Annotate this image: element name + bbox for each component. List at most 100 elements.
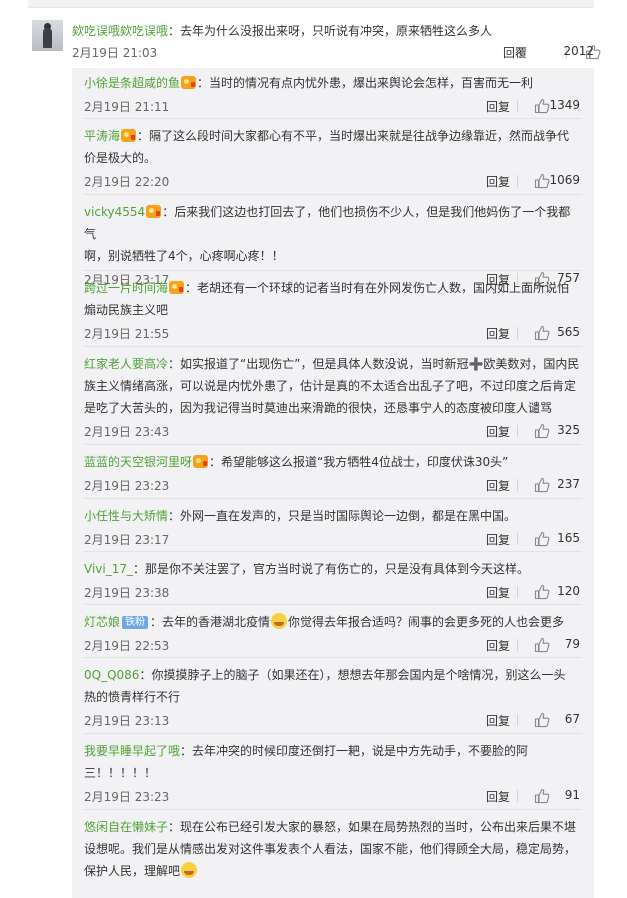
reply-button[interactable]: 回复 [486,423,510,440]
reply-text: 热的愤青样行不行 [84,690,181,704]
like-count: 1349 [549,98,580,112]
reply-button[interactable]: 回复 [486,637,510,654]
fan-badge: 铁粉 [122,616,149,629]
reply-text: 是吃了大苦头的，因为我记得当时莫迪出来滑跪的很快，还恳事宁人的态度被印度人谴骂 [84,401,553,415]
reply-date: 2月19日 23:38 [84,586,170,600]
reply-text: 啊，别说牺牲了4个，心疼啊心疼！！ [84,249,284,263]
reply-button[interactable]: 回覆 [503,44,527,61]
reply-text: ：现在公布已经引发大家的暴怒，如果在局势热烈的当时，公布出来后果不堪 [168,820,577,834]
reply-item: 悠闲自在懒妹子：现在公布已经引发大家的暴怒，如果在局势热烈的当时，公布出来后果不… [84,816,580,882]
reply-date: 2月19日 21:55 [84,327,170,341]
reply-text: 保护人民，理解吧 [84,864,181,878]
reply-item: 0Q_Q086：你摸摸脖子上的脑子（如果还在），想想去年那会国内是个啥情况，别这… [84,664,580,730]
reply-text: 你觉得去年报合适吗？闹事的会更多死的人也会更多 [288,615,565,629]
reply-date: 2月19日 23:13 [84,714,170,728]
thumbs-up-icon[interactable] [534,98,550,114]
username-link[interactable]: 蓝蓝的天空银河里呀 [84,455,192,469]
previous-section-bar [28,0,594,8]
thumbs-up-icon[interactable] [534,325,550,341]
username-link[interactable]: vicky4554 [84,205,145,219]
reply-button[interactable]: 回复 [486,173,510,190]
laughing-emoji-icon [271,613,288,629]
reply-text: ：去年的香港湖北疫情 [150,615,271,629]
reply-text: ：如实报道了“出现伤亡”，但是具体人数没说，当时新冠➕欧美数对，国内民 [168,357,580,371]
reply-text: ：隔了这么段时间大家都心有不平，当时爆出来就是往战争边缘靠近，然而战争代 [137,129,570,143]
reply-item: 小徐是条超咸的鱼 ：当时的情况有点内忧外患，爆出来舆论会怎样，百害而无一利 2月1… [84,72,580,116]
reply-item: 跨过一片时间海 ：老胡还有一个环球的记者当时有在外网发伤亡人数，国内如上面所说怕煽… [84,277,580,343]
reply-button[interactable]: 回复 [486,712,510,729]
thumbs-up-icon[interactable] [534,712,550,728]
avatar[interactable] [32,20,63,51]
username-link[interactable]: Vivi_17_ [84,562,133,576]
like-count: 91 [564,788,580,802]
like-count: 79 [564,637,580,651]
reply-item: Vivi_17_：那是你不关注罢了，官方当时说了有伤亡的，只是没有具体到今天这样… [84,558,580,602]
reply-text: 设想呢。我们是从情感出发对这件事发表个人看法，国家不能，他们得顾全大局，稳定局势… [84,842,577,856]
username-link[interactable]: 平涛海 [84,129,120,143]
like-count: 237 [557,477,580,491]
replies-container: 小徐是条超咸的鱼 ：当时的情况有点内忧外患，爆出来舆论会怎样，百害而无一利 2月1… [72,68,594,898]
reply-button[interactable]: 回复 [486,98,510,115]
reply-date: 2月19日 23:17 [84,533,170,547]
reply-item: 蓝蓝的天空银河里呀 ：希望能够这么报道“我方牺牲4位战士，印度伏诛30头” 2月1… [84,451,580,495]
like-count: 165 [557,531,580,545]
vip-badge-icon [121,129,137,142]
reply-date: 2月19日 23:23 [84,479,170,493]
thumbs-up-icon[interactable] [534,423,550,439]
like-count: 565 [557,325,580,339]
vip-badge-icon [181,76,197,89]
reply-date: 2月19日 23:43 [84,425,170,439]
username-link[interactable]: 欸吃误哦欸吃误哦 [72,24,168,38]
thumbs-up-icon[interactable] [534,477,550,493]
reply-text: ：老胡还有一个环球的记者当时有在外网发伤亡人数，国内如上面所说怕 [185,281,570,295]
reply-text: ：外网一直在发声的，只是当时国际舆论一边倒，都是在黑中国。 [168,509,517,523]
thumbs-up-icon[interactable] [534,788,550,804]
reply-text: ：你摸摸脖子上的脑子（如果还在），想想去年那会国内是个啥情况，别这么一头 [139,668,566,682]
reply-date: 2月19日 23:23 [84,790,170,804]
reply-text: 价是极大的。 [84,151,157,165]
reply-button[interactable]: 回复 [486,325,510,342]
reply-text: ：那是你不关注罢了，官方当时说了有伤亡的，只是没有具体到今天这样。 [132,562,529,576]
reply-date: 2月19日 22:53 [84,639,170,653]
thumbs-up-icon[interactable] [534,531,550,547]
like-count: 120 [557,584,580,598]
reply-item: vicky4554 ：后来我们这边也打回去了，他们也损伤不少人，但是我们他妈伤了一… [84,201,580,289]
username-link[interactable]: 我要早睡早起了哦 [84,744,180,758]
reply-item: 灯芯娘 铁粉 ：去年的香港湖北疫情 你觉得去年报合适吗？闹事的会更多死的人也会更多 2… [84,611,580,655]
username-link[interactable]: 小徐是条超咸的鱼 [84,76,180,90]
comment-text: 欸吃误哦欸吃误哦：去年为什么没报出来呀，只听说有冲突，原来牺牲这么多人 [72,21,492,41]
username-link[interactable]: 红家老人要高冷 [84,357,168,371]
reply-item: 小任性与大矫情：外网一直在发声的，只是当时国际舆论一边倒，都是在黑中国。 2月1… [84,505,580,549]
reply-button[interactable]: 回复 [486,788,510,805]
thumbs-up-icon[interactable] [534,637,550,653]
reply-text: ：希望能够这么报道“我方牺牲4位战士，印度伏诛30头” [209,455,509,469]
reply-item: 红家老人要高冷：如实报道了“出现伤亡”，但是具体人数没说，当时新冠➕欧美数对，国… [84,353,580,441]
username-link[interactable]: 小任性与大矫情 [84,509,168,523]
username-link[interactable]: 0Q_Q086 [84,668,139,682]
username-link[interactable]: 悠闲自在懒妹子 [84,820,168,834]
like-count: 67 [564,712,580,726]
reply-text: 三！！！！！ [84,766,157,780]
reply-text: 族主义情绪高涨，可以说是内忧外患了，估计是真的不太适合出乱子了吧，不过印度之后肯… [84,379,577,393]
like-count: 1069 [549,173,580,187]
reply-item: 平涛海 ：隔了这么段时间大家都心有不平，当时爆出来就是往战争边缘靠近，然而战争代价… [84,125,580,191]
reply-button[interactable]: 回复 [486,477,510,494]
like-count: 325 [557,423,580,437]
comment-body: ：去年为什么没报出来呀，只听说有冲突，原来牺牲这么多人 [168,24,493,38]
thumbs-up-icon[interactable] [534,584,550,600]
comment-date: 2月19日 21:03 [72,46,158,60]
reply-text: 煽动民族主义吧 [84,303,169,317]
vip-badge-icon [169,281,185,294]
username-link[interactable]: 灯芯娘 [84,615,120,629]
reply-button[interactable]: 回复 [486,584,510,601]
smile-emoji-icon [181,862,198,878]
thumbs-up-icon[interactable] [534,173,550,189]
vip-badge-icon [193,455,209,468]
reply-text: ：当时的情况有点内忧外患，爆出来舆论会怎样，百害而无一利 [197,76,534,90]
comment-meta: 2月19日 21:03 回覆 2012 [72,44,601,64]
username-link[interactable]: 跨过一片时间海 [84,281,168,295]
reply-button[interactable]: 回复 [486,531,510,548]
reply-date: 2月19日 22:20 [84,175,170,189]
reply-text: ：去年冲突的时候印度还倒打一耙，说是中方先动手，不要脸的阿 [180,744,529,758]
like-count: 2012 [563,44,594,58]
